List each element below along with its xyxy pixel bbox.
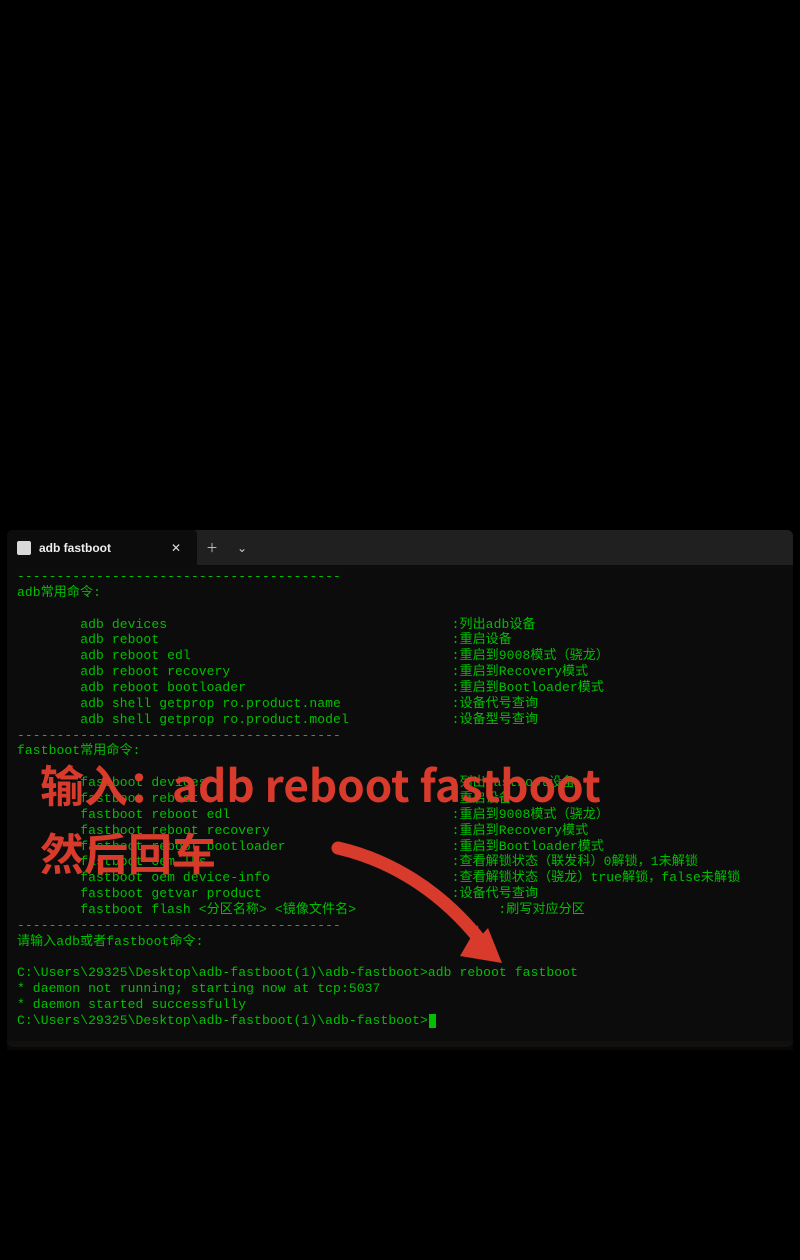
tab-menu-button[interactable]: ⌄ xyxy=(227,530,257,565)
plus-icon: ＋ xyxy=(206,539,218,556)
new-tab-button[interactable]: ＋ xyxy=(197,530,227,565)
annotation-line-1: 输入：adb reboot fastboot xyxy=(40,760,601,806)
close-icon: ✕ xyxy=(171,541,181,555)
active-tab[interactable]: adb fastboot ✕ xyxy=(7,530,197,565)
tab-title: adb fastboot xyxy=(39,541,157,555)
close-tab-button[interactable]: ✕ xyxy=(165,537,187,559)
annotation-line-2: 然后回车 xyxy=(40,828,216,874)
titlebar: adb fastboot ✕ ＋ ⌄ xyxy=(7,530,793,565)
chevron-down-icon: ⌄ xyxy=(237,541,247,555)
taskbar-fragment xyxy=(7,1041,793,1050)
terminal-icon xyxy=(17,541,31,555)
text-cursor xyxy=(429,1014,436,1028)
